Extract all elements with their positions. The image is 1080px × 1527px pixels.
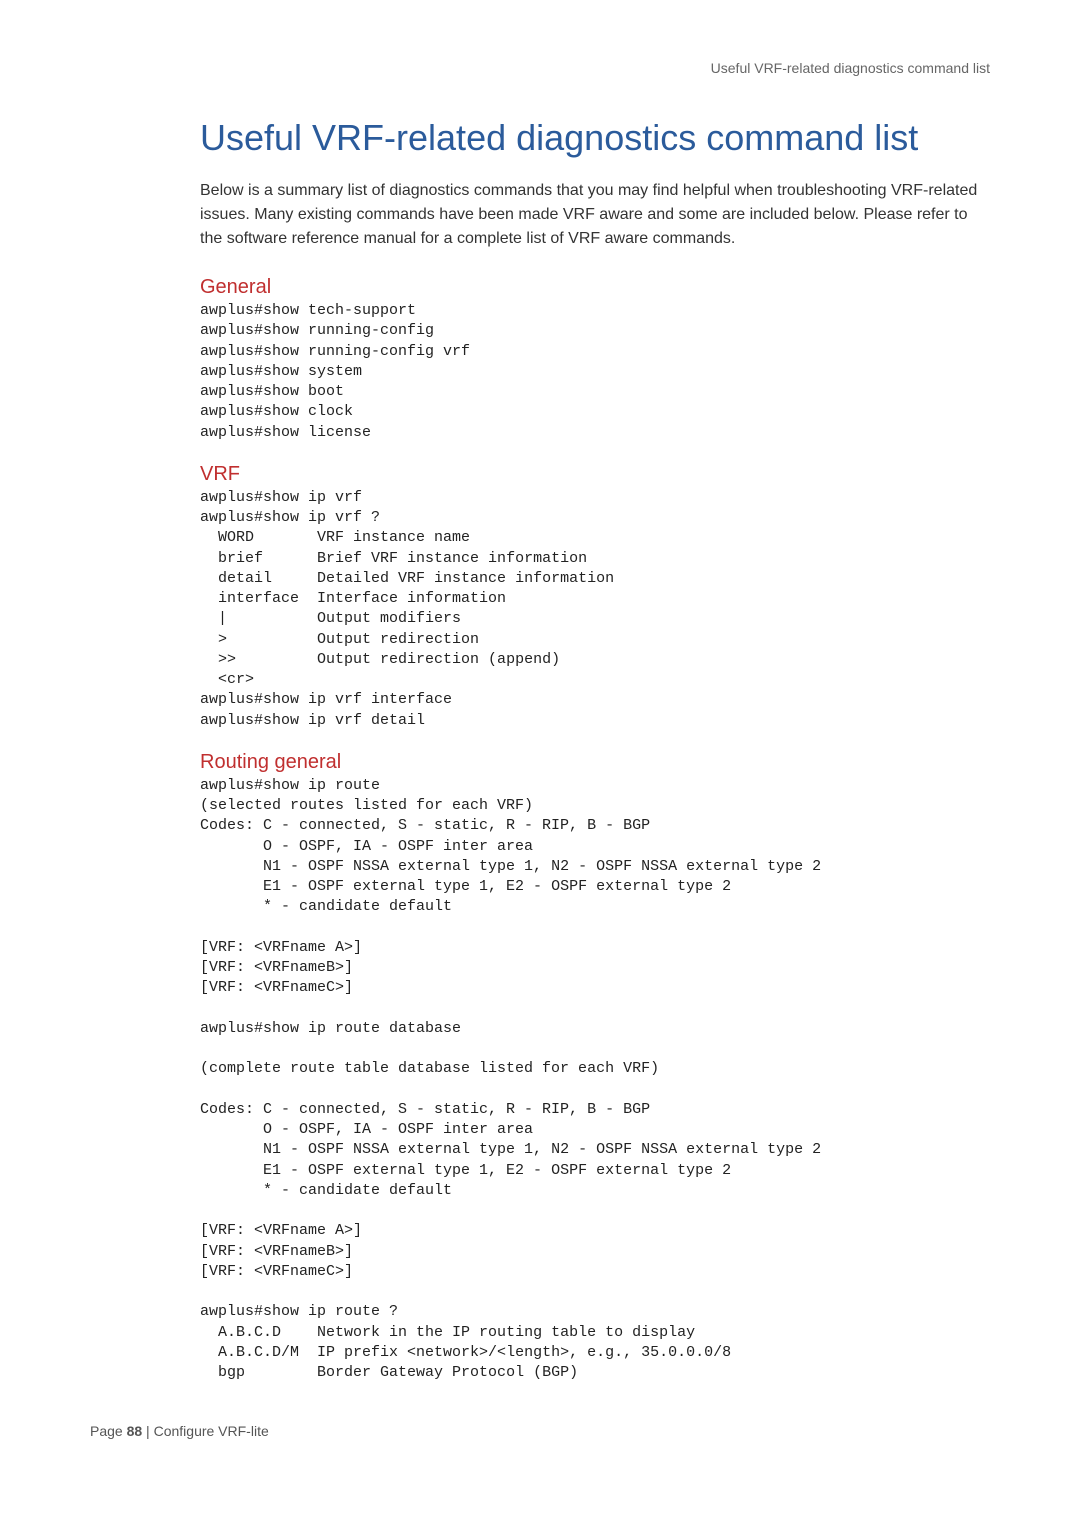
document-page: Useful VRF-related diagnostics command l… [0, 0, 1080, 1479]
code-block-vrf: awplus#show ip vrf awplus#show ip vrf ? … [200, 488, 990, 731]
section-heading-routing: Routing general [200, 751, 990, 774]
running-head: Useful VRF-related diagnostics command l… [90, 60, 990, 76]
footer-separator: | [142, 1423, 153, 1439]
footer-doc-title: Configure VRF-lite [154, 1423, 269, 1439]
intro-paragraph: Below is a summary list of diagnostics c… [200, 179, 990, 251]
page-footer: Page 88 | Configure VRF-lite [90, 1423, 990, 1439]
code-block-routing: awplus#show ip route (selected routes li… [200, 776, 990, 1384]
footer-page-number: 88 [127, 1423, 143, 1439]
section-heading-general: General [200, 276, 990, 299]
page-title: Useful VRF-related diagnostics command l… [200, 116, 990, 159]
content-area: Useful VRF-related diagnostics command l… [200, 116, 990, 1383]
section-heading-vrf: VRF [200, 463, 990, 486]
code-block-general: awplus#show tech-support awplus#show run… [200, 301, 990, 443]
footer-page-label: Page [90, 1423, 123, 1439]
